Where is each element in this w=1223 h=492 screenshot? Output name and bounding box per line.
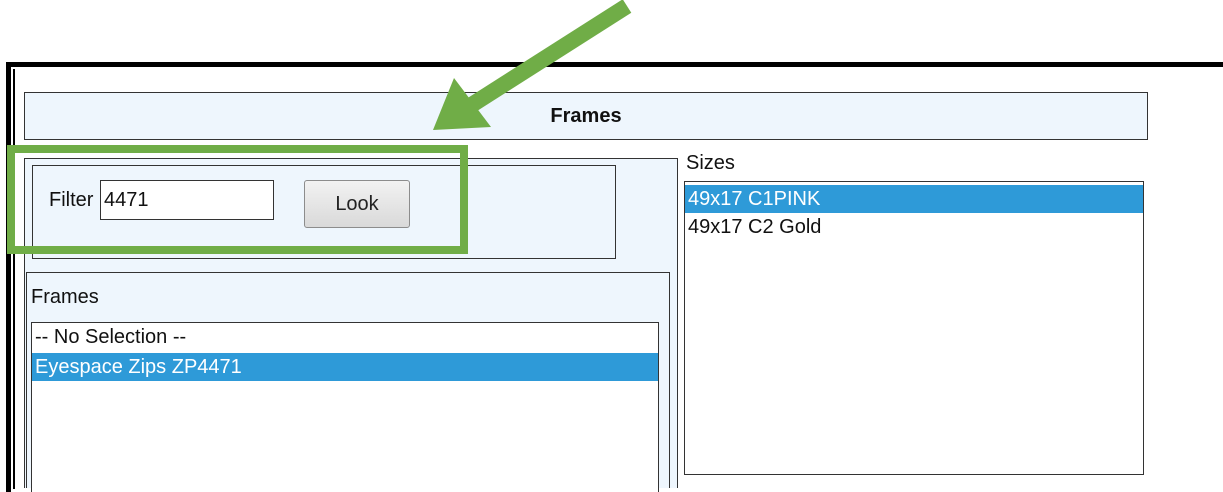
sizes-label: Sizes	[686, 152, 735, 174]
sizes-list[interactable]: 49x17 C1PINK 49x17 C2 Gold	[684, 181, 1144, 475]
list-item[interactable]: Eyespace Zips ZP4471	[32, 353, 658, 381]
frames-list[interactable]: -- No Selection -- Eyespace Zips ZP4471	[31, 322, 659, 492]
list-item[interactable]: 49x17 C2 Gold	[685, 213, 1143, 241]
list-item[interactable]: -- No Selection --	[32, 323, 658, 351]
page-title: Frames	[550, 104, 622, 127]
frames-header: Frames	[24, 92, 1148, 140]
highlight-box	[7, 145, 468, 254]
frames-label: Frames	[31, 286, 99, 308]
list-item[interactable]: 49x17 C1PINK	[685, 185, 1143, 213]
